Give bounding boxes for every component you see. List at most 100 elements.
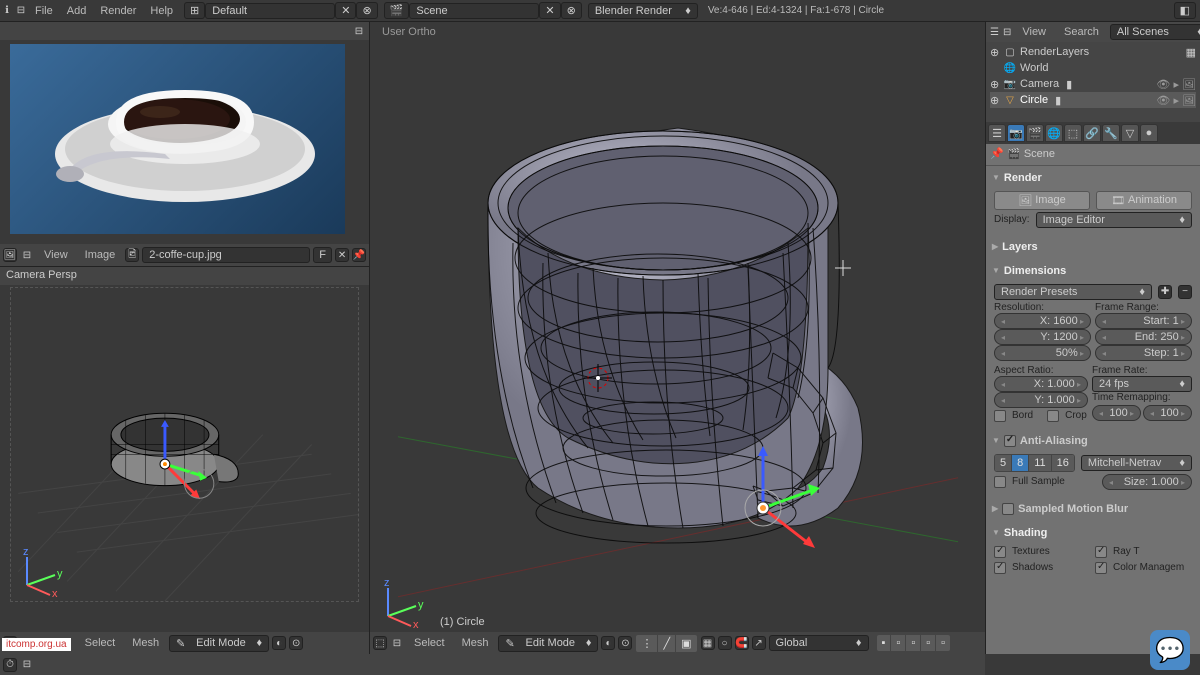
collapse-icon[interactable]: ⊟: [14, 4, 28, 18]
image-browse-icon[interactable]: 🖻: [125, 248, 139, 262]
menu-view[interactable]: View: [37, 247, 75, 263]
scene-remove-icon[interactable]: ⊗: [561, 2, 582, 19]
menu-help[interactable]: Help: [143, 3, 180, 19]
editor-type-icon[interactable]: ⬚: [373, 636, 387, 650]
textures-checkbox[interactable]: [994, 546, 1006, 558]
info-editor-icon[interactable]: ℹ: [0, 4, 14, 18]
mblur-panel-header[interactable]: Sampled Motion Blur: [990, 500, 1196, 518]
preset-add-icon[interactable]: ✚: [1158, 285, 1172, 299]
aa-8[interactable]: 8: [1012, 455, 1029, 471]
render-animation-button[interactable]: 🎞Animation: [1096, 191, 1192, 210]
snap-icon[interactable]: 🧲: [735, 636, 749, 650]
world-tab-icon[interactable]: 🌐: [1045, 124, 1063, 142]
pivot-icon[interactable]: ⊙: [289, 636, 303, 650]
pin-icon[interactable]: 📌: [990, 148, 1004, 160]
menu-file[interactable]: File: [28, 3, 60, 19]
shadows-checkbox[interactable]: [994, 562, 1006, 574]
screen-layout-dropdown[interactable]: Default: [205, 3, 335, 19]
collapse-icon[interactable]: ⊟: [20, 248, 34, 262]
outliner-item-circle[interactable]: ⊕▽Circle▮👁 ▸ 🖼: [990, 92, 1196, 108]
proportional-edit-icon[interactable]: ○: [718, 636, 732, 650]
shading-panel-header[interactable]: Shading: [990, 524, 1196, 542]
render-tab-icon[interactable]: 📷: [1007, 124, 1025, 142]
screen-layout-browse[interactable]: ⊞: [184, 2, 205, 19]
aspect-y-field[interactable]: Y: 1.000: [994, 392, 1088, 408]
aa-11[interactable]: 11: [1029, 455, 1051, 471]
pin-icon[interactable]: 📌: [352, 248, 366, 262]
outliner-tree[interactable]: ⊕▢RenderLayers▦ 🌐World ⊕📷Camera▮👁 ▸ 🖼 ⊕▽…: [986, 42, 1200, 122]
select-mode-segments[interactable]: ⋮ ╱ ▣: [635, 634, 697, 653]
render-engine-dropdown[interactable]: Blender Render♦: [588, 3, 698, 19]
outliner-item-renderlayers[interactable]: ⊕▢RenderLayers▦: [990, 44, 1196, 60]
frame-step-field[interactable]: Step: 1: [1095, 345, 1192, 361]
dimensions-panel-header[interactable]: Dimensions: [990, 262, 1196, 280]
collapse-icon[interactable]: ⊟: [1003, 25, 1011, 39]
main-viewport[interactable]: User Ortho: [370, 22, 985, 654]
layer-buttons[interactable]: ▪▫▫▫▫: [876, 634, 952, 652]
layout-add-icon[interactable]: ✕: [335, 2, 356, 19]
frame-end-field[interactable]: End: 250: [1095, 329, 1192, 345]
pivot-icon[interactable]: ⊙: [618, 636, 632, 650]
render-panel-header[interactable]: Render: [990, 169, 1196, 187]
menu-view[interactable]: View: [1015, 24, 1053, 40]
display-dropdown[interactable]: Image Editor♦: [1036, 212, 1192, 228]
remap-new-field[interactable]: 100: [1143, 405, 1192, 421]
viewport-shading-icon[interactable]: ◐: [601, 636, 615, 650]
scene-dropdown[interactable]: Scene: [409, 3, 539, 19]
crop-checkbox[interactable]: [1047, 410, 1059, 422]
outliner-item-camera[interactable]: ⊕📷Camera▮👁 ▸ 🖼: [990, 76, 1196, 92]
collapse-icon[interactable]: ⊟: [20, 658, 34, 672]
mode-dropdown[interactable]: ✎ Edit Mode ♦: [169, 635, 269, 652]
framerate-dropdown[interactable]: 24 fps♦: [1092, 376, 1192, 392]
limit-selection-icon[interactable]: ▦: [701, 636, 715, 650]
menu-render[interactable]: Render: [93, 3, 143, 19]
menu-add[interactable]: Add: [60, 3, 94, 19]
resolution-x-field[interactable]: X: 1600: [994, 313, 1091, 329]
scene-tab-icon[interactable]: 🎬: [1026, 124, 1044, 142]
scene-add-icon[interactable]: ✕: [539, 2, 560, 19]
orientation-dropdown[interactable]: Global♦: [769, 635, 869, 651]
outliner-item-world[interactable]: 🌐World: [990, 60, 1196, 76]
prop-tab-header-icon[interactable]: ☰: [988, 124, 1006, 142]
mblur-checkbox[interactable]: [1002, 503, 1014, 515]
colormgmt-checkbox[interactable]: [1095, 562, 1107, 574]
modifiers-tab-icon[interactable]: 🔧: [1102, 124, 1120, 142]
aa-panel-header[interactable]: Anti-Aliasing: [990, 432, 1196, 450]
aa-filter-dropdown[interactable]: Mitchell-Netrav♦: [1081, 455, 1192, 471]
aa-5[interactable]: 5: [995, 455, 1012, 471]
aa-enable-checkbox[interactable]: [1004, 435, 1016, 447]
editor-type-icon[interactable]: ☰: [990, 25, 999, 39]
camera-3d-view[interactable]: z y x: [10, 287, 359, 602]
preset-remove-icon[interactable]: −: [1178, 285, 1192, 299]
mode-dropdown[interactable]: ✎ Edit Mode ♦: [498, 635, 598, 652]
manipulator-icon[interactable]: ↗: [752, 636, 766, 650]
menu-search[interactable]: Search: [1057, 24, 1106, 40]
constraints-tab-icon[interactable]: 🔗: [1083, 124, 1101, 142]
menu-mesh[interactable]: Mesh: [455, 635, 496, 651]
unlink-icon[interactable]: ✕: [335, 248, 349, 262]
vertex-select-icon[interactable]: ⋮: [636, 635, 658, 652]
menu-mesh[interactable]: Mesh: [125, 635, 166, 651]
resolution-pct-field[interactable]: 50%: [994, 345, 1091, 361]
editor-type-icon[interactable]: ⏱: [3, 658, 17, 672]
frame-start-field[interactable]: Start: 1: [1095, 313, 1192, 329]
render-presets-dropdown[interactable]: Render Presets♦: [994, 284, 1152, 300]
aa-16[interactable]: 16: [1052, 455, 1074, 471]
data-tab-icon[interactable]: ▽: [1121, 124, 1139, 142]
layers-panel-header[interactable]: Layers: [990, 238, 1196, 256]
chat-widget-icon[interactable]: 💬: [1150, 630, 1190, 670]
edge-select-icon[interactable]: ╱: [658, 635, 676, 652]
menu-image[interactable]: Image: [78, 247, 123, 263]
material-tab-icon[interactable]: ●: [1140, 124, 1158, 142]
back-to-previous-icon[interactable]: ◧: [1174, 2, 1196, 19]
layout-remove-icon[interactable]: ⊗: [356, 2, 377, 19]
remap-old-field[interactable]: 100: [1092, 405, 1141, 421]
render-image-button[interactable]: 🖼Image: [994, 191, 1090, 210]
collapse-icon[interactable]: ⊟: [390, 636, 404, 650]
resolution-y-field[interactable]: Y: 1200: [994, 329, 1091, 345]
face-select-icon[interactable]: ▣: [676, 635, 696, 652]
fake-user-button[interactable]: F: [313, 247, 332, 263]
editor-type-icon[interactable]: 🖼: [3, 248, 17, 262]
aa-samples-segments[interactable]: 5 8 11 16: [994, 454, 1075, 472]
aa-size-field[interactable]: Size: 1.000: [1102, 474, 1192, 490]
